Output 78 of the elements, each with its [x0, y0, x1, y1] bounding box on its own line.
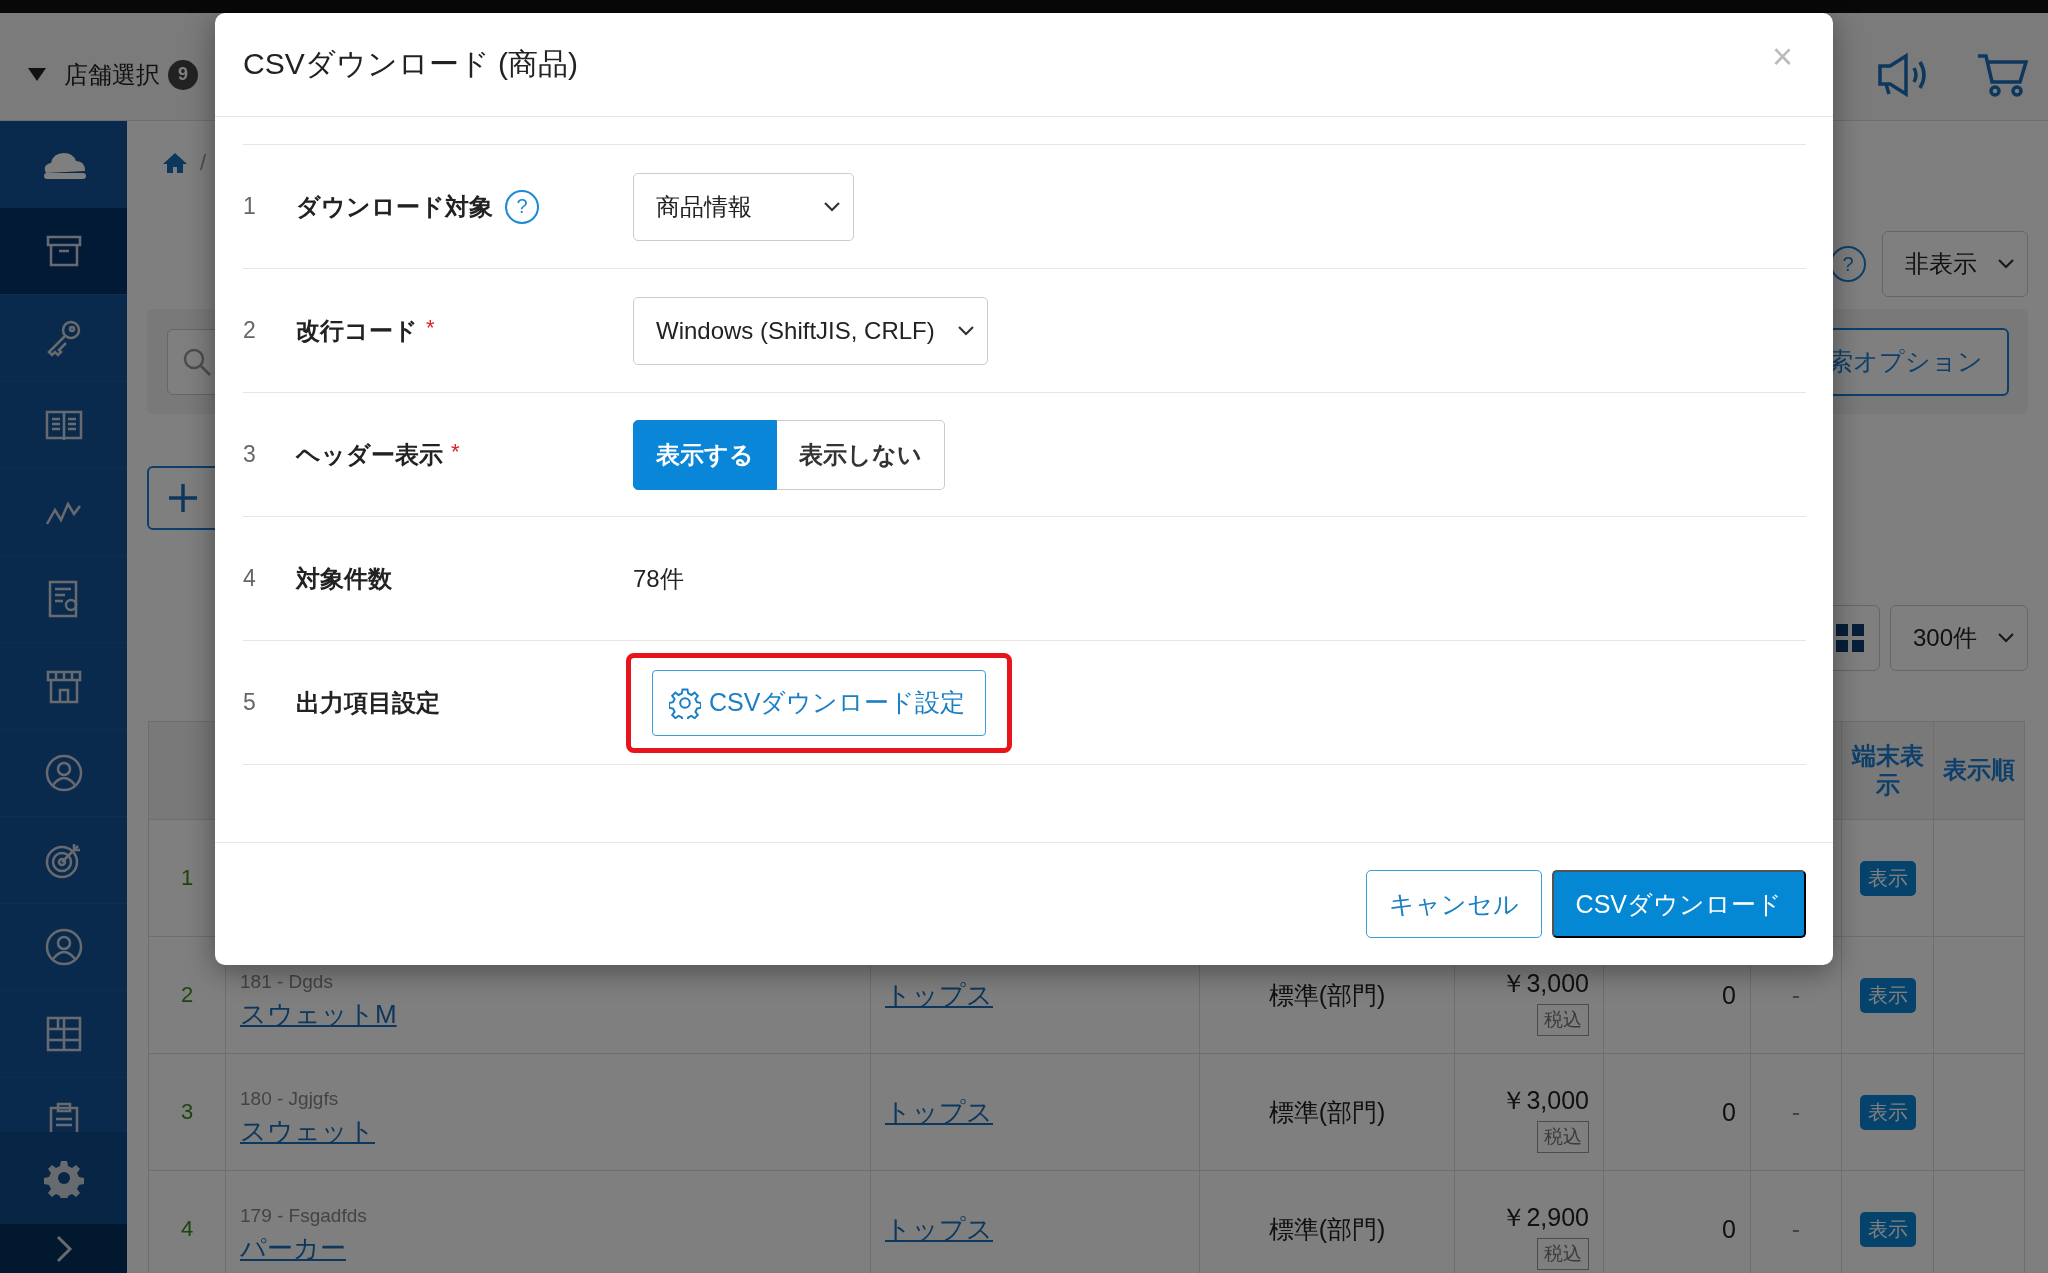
help-icon[interactable]: ?	[505, 189, 539, 224]
search-icon	[182, 346, 212, 377]
chevron-down-icon	[1997, 258, 2015, 270]
display-badge: 表示	[1859, 860, 1916, 896]
row-number: 4	[243, 565, 257, 592]
store-selector[interactable]: 店舗選択	[64, 58, 160, 91]
cart-icon[interactable]	[1976, 51, 2028, 98]
table-cell: 標準(部門)	[1268, 980, 1386, 1009]
price: ￥2,900	[1501, 1202, 1589, 1233]
table-cell: 0	[1722, 1097, 1736, 1126]
table-cell: 標準(部門)	[1268, 1097, 1386, 1126]
price: ￥3,000	[1501, 1085, 1589, 1116]
page-size-select[interactable]: 300件	[1889, 605, 2028, 671]
field-label: ダウンロード対象	[296, 191, 493, 222]
chevron-down-icon	[823, 200, 841, 213]
table-cell: 標準(部門)	[1268, 1214, 1386, 1243]
row-number: 1	[243, 193, 257, 220]
chevron-down-icon	[956, 324, 975, 337]
caret-down-icon	[28, 68, 46, 81]
required-mark: *	[426, 314, 435, 341]
user-circle-icon	[43, 753, 84, 793]
settings-icon[interactable]	[43, 1158, 84, 1198]
row-number: 5	[243, 689, 257, 716]
row-number: 2	[243, 317, 257, 344]
home-icon[interactable]	[162, 152, 188, 174]
tax-badge: 税込	[1537, 1238, 1589, 1270]
row-number: 3	[180, 1099, 194, 1124]
nav-item[interactable]	[0, 208, 127, 295]
column-header: 表示順	[1943, 756, 2015, 784]
table-cell: 0	[1722, 980, 1736, 1009]
display-badge: 表示	[1859, 977, 1916, 1013]
tax-badge: 税込	[1537, 1121, 1589, 1153]
price: ￥3,000	[1501, 968, 1589, 999]
row-number: 1	[180, 865, 194, 890]
product-code: 181 - Dgds	[240, 971, 334, 993]
plus-icon	[167, 482, 199, 514]
dialog-title: CSVダウンロード (商品)	[243, 46, 578, 82]
csv-settings-button[interactable]: CSVダウンロード設定	[652, 669, 987, 736]
table-cell: -	[1791, 980, 1801, 1009]
product-name-link[interactable]: スウェットM	[240, 999, 397, 1029]
required-mark: *	[451, 438, 460, 465]
tax-badge: 税込	[1537, 1004, 1589, 1036]
product-name-link[interactable]: パーカー	[240, 1233, 346, 1263]
count-badge: 9	[168, 59, 198, 90]
field-label: 出力項目設定	[296, 687, 440, 718]
breadcrumb-separator: /	[200, 150, 207, 176]
field-label: 改行コード	[296, 315, 418, 346]
cancel-button[interactable]: キャンセル	[1365, 870, 1542, 938]
select-field[interactable]: 商品情報	[633, 172, 854, 241]
visibility-select[interactable]: 非表示	[1882, 231, 2028, 297]
close-button[interactable]: ×	[1771, 35, 1793, 78]
toggle-option[interactable]: 表示する	[633, 419, 777, 490]
table-cell: 0	[1722, 1214, 1736, 1243]
count-value: 78件	[633, 563, 684, 594]
column-header: 端末表示	[1851, 741, 1924, 798]
product-code: 180 - Jgjgfs	[240, 1088, 340, 1110]
display-badge: 表示	[1859, 1094, 1916, 1130]
user-circle-icon	[43, 927, 84, 967]
category-link[interactable]: トップス	[885, 1213, 993, 1244]
toggle-option[interactable]: 表示しない	[777, 419, 945, 490]
row-number: 3	[243, 441, 257, 468]
row-number: 4	[180, 1216, 194, 1241]
chevron-right-icon[interactable]	[54, 1233, 73, 1264]
grid-icon	[1835, 624, 1864, 652]
category-link[interactable]: トップス	[885, 979, 993, 1010]
table-cell: -	[1791, 1214, 1801, 1243]
select-field[interactable]: Windows (ShiftJIS, CRLF)	[633, 296, 988, 365]
row-number: 2	[180, 982, 194, 1007]
product-code: 179 - Fsgadfds	[240, 1205, 368, 1227]
field-label: 対象件数	[296, 563, 392, 594]
gear-icon	[669, 686, 701, 719]
display-badge: 表示	[1859, 1211, 1916, 1247]
table-cell: -	[1791, 1097, 1801, 1126]
download-button[interactable]: CSVダウンロード	[1551, 870, 1806, 938]
product-name-link[interactable]: スウェット	[240, 1116, 375, 1146]
chevron-down-icon	[1997, 632, 2015, 644]
field-label: ヘッダー表示	[296, 439, 443, 470]
category-link[interactable]: トップス	[885, 1096, 993, 1127]
